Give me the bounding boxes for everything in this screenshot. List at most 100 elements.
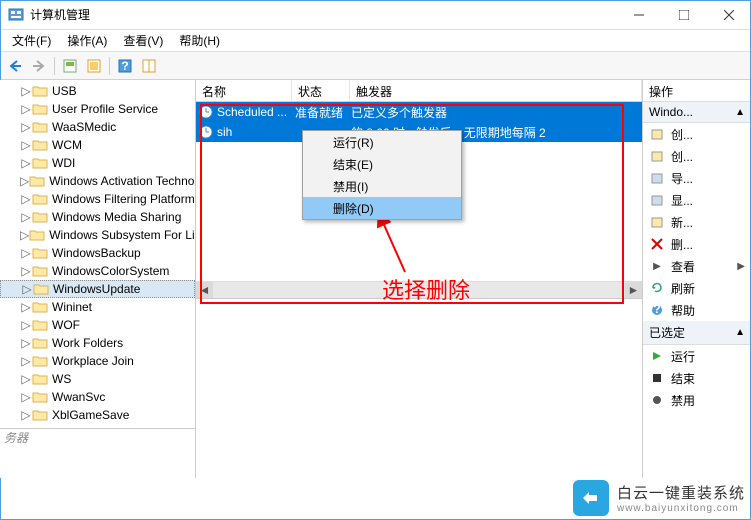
folder-icon bbox=[32, 156, 48, 170]
tree-item[interactable]: ▷ WindowsColorSystem bbox=[0, 262, 195, 280]
action-item[interactable]: 刷新 bbox=[643, 277, 751, 299]
folder-icon bbox=[29, 228, 45, 242]
tree-item[interactable]: ▷ Windows Media Sharing bbox=[0, 208, 195, 226]
tree-toggle-icon[interactable]: ▷ bbox=[20, 102, 32, 116]
tree-item[interactable]: ▷Windows Filtering Platform bbox=[0, 190, 195, 208]
action-item[interactable]: 创... bbox=[643, 123, 751, 145]
tree-toggle-icon[interactable]: ▷ bbox=[20, 300, 32, 314]
tree-item[interactable]: ▷WCM bbox=[0, 136, 195, 154]
clock-icon bbox=[199, 105, 215, 119]
tree-item[interactable]: ▷XblGameSave bbox=[0, 406, 195, 424]
tree-toggle-icon[interactable]: ▷ bbox=[20, 354, 32, 368]
action-item[interactable]: 导... bbox=[643, 167, 751, 189]
tree-toggle-icon[interactable]: ▷ bbox=[20, 120, 32, 134]
tree-toggle-icon[interactable]: ▷ bbox=[20, 390, 32, 404]
tree-item[interactable]: ▷ WindowsUpdate bbox=[0, 280, 195, 298]
tree-item[interactable]: ▷USB bbox=[0, 82, 195, 100]
column-headers: 名称 状态 触发器 bbox=[196, 80, 642, 102]
tb-icon-2[interactable] bbox=[83, 55, 105, 77]
tree-label: Work Folders bbox=[52, 336, 123, 350]
back-button[interactable] bbox=[4, 55, 26, 77]
tree-item[interactable]: ▷WindowsBackup bbox=[0, 244, 195, 262]
maximize-button[interactable] bbox=[661, 0, 706, 29]
ctx-disable[interactable]: 禁用(I) bbox=[303, 175, 461, 197]
tree-item[interactable]: ▷ Work Folders bbox=[0, 334, 195, 352]
action-item[interactable]: 创... bbox=[643, 145, 751, 167]
tree-item[interactable]: ▷WaaSMedic bbox=[0, 118, 195, 136]
tree-toggle-icon[interactable]: ▷ bbox=[20, 174, 29, 188]
action-item[interactable]: 删... bbox=[643, 233, 751, 255]
col-trigger[interactable]: 触发器 bbox=[350, 80, 642, 101]
actions-panel: 操作 Windo... ▲ 创...创...导...显...新...删...▶查… bbox=[643, 80, 751, 478]
action-item[interactable]: ?帮助 bbox=[643, 299, 751, 321]
folder-icon bbox=[32, 390, 48, 404]
tree-toggle-icon[interactable]: ▷ bbox=[20, 408, 32, 422]
menu-view[interactable]: 查看(V) bbox=[115, 30, 171, 51]
tree-label: WindowsUpdate bbox=[53, 282, 140, 296]
col-name[interactable]: 名称 bbox=[196, 80, 292, 101]
tree-item[interactable]: ▷Workplace Join bbox=[0, 352, 195, 370]
folder-icon bbox=[32, 372, 48, 386]
tb-icon-1[interactable] bbox=[59, 55, 81, 77]
tree-item[interactable]: ▷Wininet bbox=[0, 298, 195, 316]
titlebar: 计算机管理 bbox=[0, 0, 751, 30]
tree-toggle-icon[interactable]: ▷ bbox=[20, 264, 32, 278]
tree-item[interactable]: ▷WOF bbox=[0, 316, 195, 334]
tree-toggle-icon[interactable]: ▷ bbox=[20, 228, 29, 242]
horizontal-scrollbar[interactable]: ◄► bbox=[196, 281, 642, 298]
tree-toggle-icon[interactable]: ▷ bbox=[20, 210, 32, 224]
menu-help[interactable]: 帮助(H) bbox=[171, 30, 228, 51]
menubar: 文件(F) 操作(A) 查看(V) 帮助(H) bbox=[0, 30, 751, 52]
tree-panel[interactable]: ▷USB▷User Profile Service▷WaaSMedic▷WCM▷… bbox=[0, 80, 196, 478]
minimize-button[interactable] bbox=[616, 0, 661, 29]
actions-section-1[interactable]: Windo... ▲ bbox=[643, 102, 751, 123]
tree-toggle-icon[interactable]: ▷ bbox=[20, 336, 32, 350]
action-icon bbox=[649, 214, 665, 230]
ctx-delete[interactable]: 删除(D) bbox=[303, 197, 461, 219]
action-label: 创... bbox=[671, 126, 693, 143]
menu-action[interactable]: 操作(A) bbox=[59, 30, 115, 51]
tree-toggle-icon[interactable]: ▷ bbox=[20, 138, 32, 152]
action-item[interactable]: 禁用 bbox=[643, 389, 751, 411]
chevron-up-icon: ▲ bbox=[735, 327, 745, 338]
task-row[interactable]: Scheduled ... 准备就绪 已定义多个触发器 bbox=[196, 102, 642, 122]
tree-toggle-icon[interactable]: ▷ bbox=[20, 318, 32, 332]
folder-icon bbox=[32, 264, 48, 278]
tree-toggle-icon[interactable]: ▷ bbox=[20, 192, 32, 206]
action-item[interactable]: 显... bbox=[643, 189, 751, 211]
context-menu: 运行(R) 结束(E) 禁用(I) 删除(D) bbox=[302, 130, 462, 220]
tree-label: Windows Media Sharing bbox=[52, 210, 181, 224]
tree-item[interactable]: ▷WS bbox=[0, 370, 195, 388]
folder-icon bbox=[32, 192, 48, 206]
tree-toggle-icon[interactable]: ▷ bbox=[20, 372, 32, 386]
tree-item[interactable]: ▷Windows Subsystem For Linux bbox=[0, 226, 195, 244]
action-item[interactable]: 运行 bbox=[643, 345, 751, 367]
tree-footer-cut: 务器 bbox=[0, 428, 195, 446]
help-toolbar-button[interactable]: ? bbox=[114, 55, 136, 77]
tree-label: Windows Activation Technologies bbox=[49, 174, 196, 188]
tree-item[interactable]: ▷WwanSvc bbox=[0, 388, 195, 406]
close-button[interactable] bbox=[706, 0, 751, 29]
tb-icon-4[interactable] bbox=[138, 55, 160, 77]
clock-icon bbox=[199, 125, 215, 139]
tree-item[interactable]: ▷WDI bbox=[0, 154, 195, 172]
action-item[interactable]: 新... bbox=[643, 211, 751, 233]
action-label: 显... bbox=[671, 192, 693, 209]
action-item[interactable]: ▶查看▶ bbox=[643, 255, 751, 277]
menu-file[interactable]: 文件(F) bbox=[4, 30, 59, 51]
action-item[interactable]: 结束 bbox=[643, 367, 751, 389]
tree-toggle-icon[interactable]: ▷ bbox=[20, 246, 32, 260]
forward-button[interactable] bbox=[28, 55, 50, 77]
tree-label: WindowsColorSystem bbox=[52, 264, 169, 278]
tree-toggle-icon[interactable]: ▷ bbox=[20, 156, 32, 170]
actions-section-2[interactable]: 已选定 ▲ bbox=[643, 321, 751, 345]
ctx-end[interactable]: 结束(E) bbox=[303, 153, 461, 175]
tree-item[interactable]: ▷ Windows Activation Technologies bbox=[0, 172, 195, 190]
ctx-run[interactable]: 运行(R) bbox=[303, 131, 461, 153]
watermark-logo bbox=[573, 480, 609, 516]
tree-toggle-icon[interactable]: ▷ bbox=[21, 282, 33, 296]
col-status[interactable]: 状态 bbox=[292, 80, 350, 101]
folder-icon bbox=[32, 84, 48, 98]
tree-item[interactable]: ▷User Profile Service bbox=[0, 100, 195, 118]
tree-toggle-icon[interactable]: ▷ bbox=[20, 84, 32, 98]
